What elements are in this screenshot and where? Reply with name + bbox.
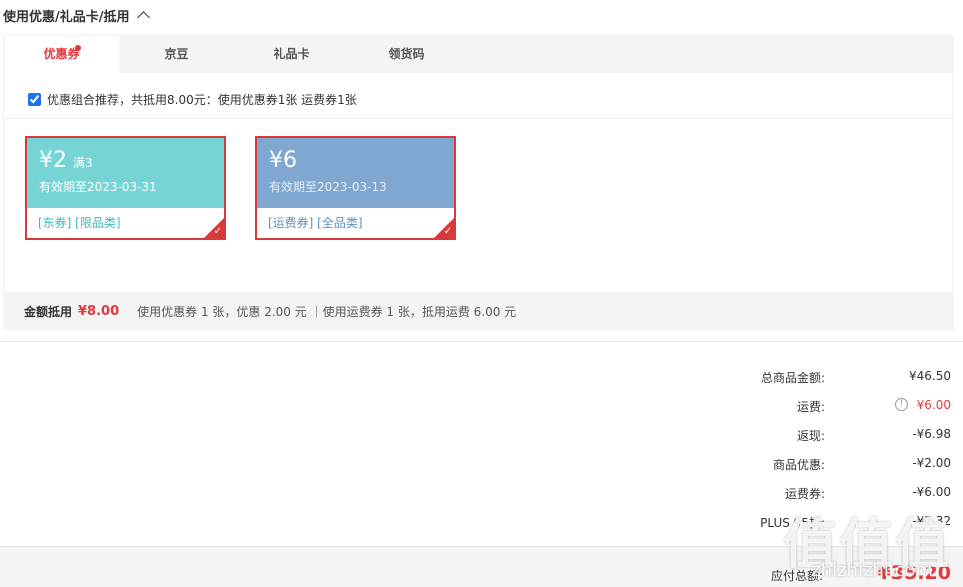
coupon-validity: 有效期至2023-03-13 (269, 180, 387, 194)
tab-label: 优惠券 (43, 47, 80, 61)
total-value: -¥2.32 (912, 514, 951, 528)
total-row-product-discount: 商品优惠: -¥2.00 (0, 452, 963, 472)
tab-bar: 优惠券 京豆 礼品卡 领货码 (4, 36, 954, 73)
coupon-amount: ¥6 (269, 148, 297, 173)
total-label: PLUS 95折: (760, 516, 825, 530)
total-row-plus: PLUS 95折: -¥2.32 (0, 510, 963, 530)
divider (4, 118, 954, 119)
total-value: ¥6.00 (916, 398, 951, 412)
notification-dot-icon (75, 45, 81, 51)
tab-coupons[interactable]: 优惠券 (4, 36, 119, 73)
payable-amount: ¥35.20 (877, 562, 951, 584)
tab-label: 领货码 (388, 47, 425, 61)
summary-detail: 使用优惠券 1 张，优惠 2.00 元 ｜使用运费券 1 张，抵用运费 6.00… (137, 304, 517, 319)
tab-label: 礼品卡 (273, 47, 310, 61)
section-title: 使用优惠/礼品卡/抵用 (3, 10, 130, 25)
total-row-goods: 总商品金额: ¥46.50 (0, 365, 963, 385)
tab-redeem-code[interactable]: 领货码 (349, 36, 464, 73)
total-label: 返现: (796, 429, 825, 443)
total-value: -¥6.98 (912, 427, 951, 441)
total-row-shipping: 运费: ! ¥6.00 (0, 394, 963, 414)
discount-summary: 金额抵用 ¥8.00 使用优惠券 1 张，优惠 2.00 元 ｜使用运费券 1 … (4, 292, 954, 330)
total-value: -¥6.00 (912, 485, 951, 499)
coupon-card[interactable]: ¥2 满3 有效期至2023-03-31 [东券] [限品类] ✓ (25, 136, 226, 240)
coupon-condition: 满3 (73, 156, 93, 170)
total-value: -¥2.00 (912, 456, 951, 470)
coupon-validity: 有效期至2023-03-31 (39, 180, 157, 194)
payable-bar: 应付总额: ¥35.20 (0, 546, 963, 587)
coupon-face: ¥6 有效期至2023-03-13 (257, 138, 454, 208)
summary-label: 金额抵用 (24, 304, 73, 319)
coupon-card[interactable]: ¥6 有效期至2023-03-13 [运费券] [全品类] ✓ (255, 136, 456, 240)
divider (0, 341, 963, 342)
check-icon: ✓ (443, 226, 452, 237)
tab-label: 京豆 (164, 47, 189, 61)
tab-gift-card[interactable]: 礼品卡 (234, 36, 349, 73)
total-row-cashback: 返现: -¥6.98 (0, 423, 963, 443)
check-icon: ✓ (213, 226, 222, 237)
summary-amount: ¥8.00 (78, 303, 120, 319)
discount-panel: 优惠券 京豆 礼品卡 领货码 优惠组合推荐，共抵用8.00元：使用优惠券1张 运… (3, 35, 954, 330)
combo-recommendation[interactable]: 优惠组合推荐，共抵用8.00元：使用优惠券1张 运费券1张 (28, 91, 357, 108)
combo-checkbox[interactable] (28, 93, 41, 106)
tab-jingdou[interactable]: 京豆 (119, 36, 234, 73)
total-label: 运费券: (784, 487, 825, 501)
chevron-up-icon[interactable] (136, 11, 150, 24)
coupon-face: ¥2 满3 有效期至2023-03-31 (27, 138, 224, 208)
total-row-shipping-coupon: 运费券: -¥6.00 (0, 481, 963, 501)
total-label: 商品优惠: (772, 458, 825, 472)
total-label: 运费: (796, 400, 825, 414)
payable-label: 应付总额: (770, 569, 823, 583)
coupon-tags: [东券] [限品类] (38, 216, 121, 230)
total-value: ¥46.50 (909, 369, 951, 383)
combo-text: 优惠组合推荐，共抵用8.00元：使用优惠券1张 运费券1张 (47, 93, 357, 107)
section-header[interactable]: 使用优惠/礼品卡/抵用 (3, 6, 150, 25)
info-circle-icon[interactable]: ! (895, 398, 908, 411)
total-label: 总商品金额: (760, 371, 825, 385)
coupon-tags: [运费券] [全品类] (268, 216, 363, 230)
coupon-amount: ¥2 (39, 148, 67, 173)
